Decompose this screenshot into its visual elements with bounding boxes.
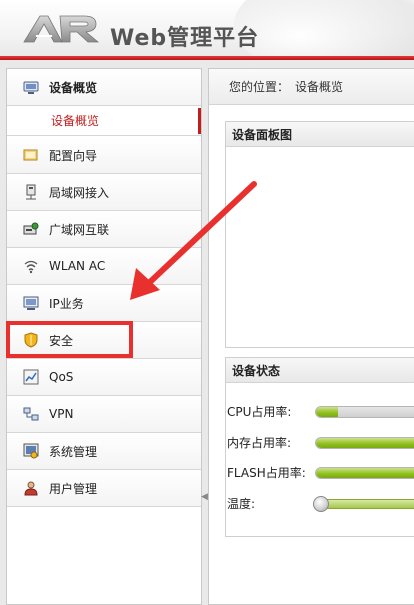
cpu-usage-fill bbox=[316, 406, 338, 417]
sidebar-item-config-wizard[interactable]: 配置向导 bbox=[7, 137, 201, 174]
sidebar-item-vpn[interactable]: VPN bbox=[7, 396, 201, 433]
sidebar-item-system-management[interactable]: 系统管理 bbox=[7, 433, 201, 470]
temperature-knob bbox=[313, 495, 329, 512]
panel-title: 设备状态 bbox=[226, 358, 414, 383]
temperature-label: 温度: bbox=[227, 497, 256, 511]
sidebar-item-wlan-ac[interactable]: WLAN AC bbox=[7, 248, 201, 285]
device-overview-icon bbox=[22, 78, 40, 96]
sidebar-item-lan-access[interactable]: 局域网接入 bbox=[7, 174, 201, 211]
flash-usage-bar bbox=[315, 466, 414, 479]
sidebar-item-user-management[interactable]: 用户管理 bbox=[7, 470, 201, 507]
lan-icon bbox=[22, 183, 40, 201]
cpu-usage-label: CPU占用率: bbox=[227, 405, 292, 419]
vpn-icon bbox=[22, 405, 40, 423]
sidebar-item-label: 局域网接入 bbox=[49, 185, 110, 200]
sidebar-item-label: VPN bbox=[49, 407, 74, 421]
sidebar-item-label: WLAN AC bbox=[49, 259, 106, 273]
main-content: 您的位置： 设备概览 设备面板图 设备状态 CPU占用率: 内存占用率: FLA… bbox=[208, 68, 414, 605]
sidebar-item-qos[interactable]: QoS bbox=[7, 359, 201, 396]
wan-icon bbox=[22, 220, 40, 238]
sidebar-collapse-handle[interactable]: ◀ bbox=[201, 490, 208, 504]
ip-service-icon bbox=[22, 294, 40, 312]
sidebar-item-wan-interconnect[interactable]: 广域网互联 bbox=[7, 211, 201, 248]
device-board-panel: 设备面板图 bbox=[225, 121, 414, 348]
sidebar-item-label: 系统管理 bbox=[49, 444, 98, 459]
temperature-row: 温度: bbox=[227, 495, 414, 512]
cpu-usage-row: CPU占用率: bbox=[227, 403, 414, 420]
breadcrumb: 您的位置： 设备概览 bbox=[209, 69, 414, 105]
temperature-gauge bbox=[313, 495, 414, 512]
wifi-icon bbox=[22, 257, 40, 275]
sidebar-item-label: 广域网互联 bbox=[49, 222, 110, 237]
panel-title: 设备面板图 bbox=[226, 122, 414, 147]
annotation-highlight-box bbox=[6, 321, 133, 358]
header-accent-line bbox=[0, 56, 414, 60]
system-icon bbox=[22, 442, 40, 460]
wizard-icon bbox=[22, 146, 40, 164]
user-icon bbox=[22, 479, 40, 497]
ar-logo bbox=[22, 12, 102, 46]
active-indicator bbox=[198, 108, 201, 134]
breadcrumb-current: 设备概览 bbox=[295, 80, 344, 94]
qos-icon bbox=[22, 368, 40, 386]
header-decoration bbox=[234, 0, 414, 60]
flash-usage-fill bbox=[316, 467, 414, 478]
sidebar-item-label: IP业务 bbox=[49, 296, 84, 311]
memory-usage-fill bbox=[316, 437, 414, 448]
flash-usage-label: FLASH占用率: bbox=[227, 466, 306, 480]
cpu-usage-bar bbox=[315, 405, 414, 418]
sidebar-item-label: 用户管理 bbox=[49, 481, 98, 496]
sidebar-item-label: QoS bbox=[49, 370, 74, 384]
breadcrumb-prefix: 您的位置： bbox=[229, 80, 290, 94]
sidebar-item-device-overview[interactable]: 设备概览 bbox=[7, 69, 201, 106]
sidebar-item-label: 设备概览 bbox=[49, 80, 98, 95]
sidebar-item-ip-service[interactable]: IP业务 bbox=[7, 285, 201, 322]
flash-usage-row: FLASH占用率: bbox=[227, 464, 414, 481]
app-header: Web管理平台 bbox=[0, 0, 414, 60]
memory-usage-label: 内存占用率: bbox=[227, 436, 292, 450]
memory-usage-row: 内存占用率: bbox=[227, 434, 414, 451]
memory-usage-bar bbox=[315, 436, 414, 449]
sidebar-subitem-label: 设备概览 bbox=[51, 114, 100, 128]
sidebar-subitem-device-overview[interactable]: 设备概览 bbox=[7, 106, 201, 136]
app-title: Web管理平台 bbox=[110, 26, 260, 51]
sidebar-item-label: 配置向导 bbox=[49, 148, 98, 163]
